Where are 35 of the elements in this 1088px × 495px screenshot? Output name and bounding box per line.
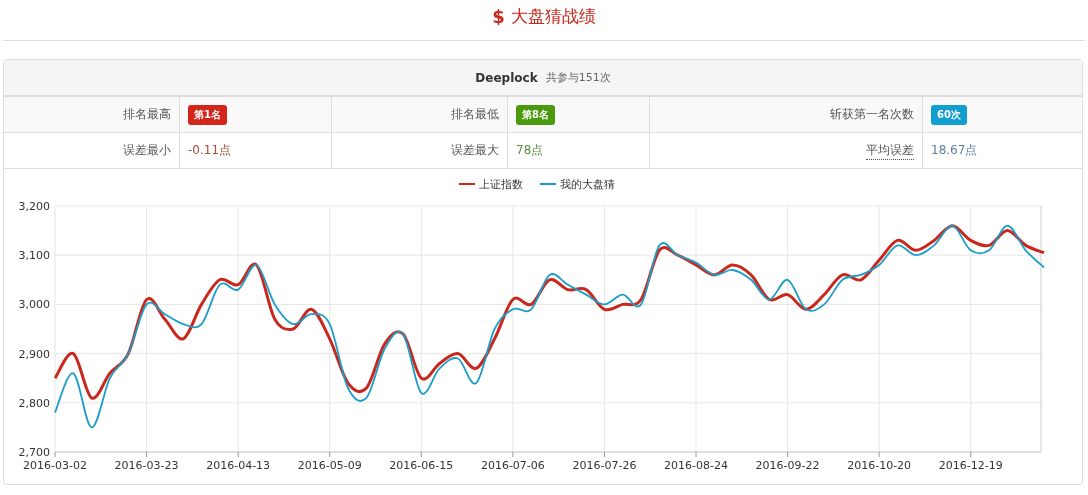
axis-label: 2016-03-02 xyxy=(23,459,87,472)
axis-label: 2016-07-06 xyxy=(480,459,545,472)
axis-label: 3,200 xyxy=(18,200,50,213)
axis-label: 2016-09-22 xyxy=(755,459,820,472)
stat-label: 误差最大 xyxy=(451,142,499,159)
axis-label: 2016-08-24 xyxy=(664,459,728,472)
stat-label: 排名最低 xyxy=(451,106,499,123)
stat-label: 误差最小 xyxy=(123,142,171,159)
axis-label: 2016-04-13 xyxy=(206,459,271,472)
axis-label: 2,900 xyxy=(18,347,50,361)
legend-label[interactable]: 上证指数 xyxy=(479,178,523,191)
stat-value: 78点 xyxy=(516,142,544,159)
axis-label: 3,000 xyxy=(18,298,50,312)
dollar-icon: $ xyxy=(492,5,505,27)
axis-label: 2016-12-19 xyxy=(938,459,1003,472)
stat-label: 排名最高 xyxy=(123,106,171,123)
participation-count: 共参与151次 xyxy=(545,70,611,85)
stat-value: -0.11点 xyxy=(188,142,232,159)
user-name: Deeplock xyxy=(475,70,538,85)
axis-label: 2016-07-26 xyxy=(572,459,637,472)
stat-value: 18.67点 xyxy=(931,142,978,159)
axis-label: 2016-10-20 xyxy=(847,459,912,472)
axis-label: 2016-03-23 xyxy=(114,459,179,472)
rank-badge: 第8名 xyxy=(516,104,555,125)
axis-label: 2016-06-15 xyxy=(389,459,454,472)
axis-label: 2,800 xyxy=(18,396,50,410)
stat-label: 斩获第一名次数 xyxy=(830,106,914,123)
axis-label: 3,100 xyxy=(18,249,50,263)
stat-label[interactable]: 平均误差 xyxy=(866,141,914,160)
axis-label: 2,700 xyxy=(18,446,50,459)
axis-label: 2016-05-09 xyxy=(297,459,362,472)
legend-label[interactable]: 我的大盘猜 xyxy=(560,178,615,191)
rank-badge: 60次 xyxy=(931,104,967,125)
page-title: 大盘猜战绩 xyxy=(510,4,596,28)
rank-badge: 第1名 xyxy=(188,104,227,125)
